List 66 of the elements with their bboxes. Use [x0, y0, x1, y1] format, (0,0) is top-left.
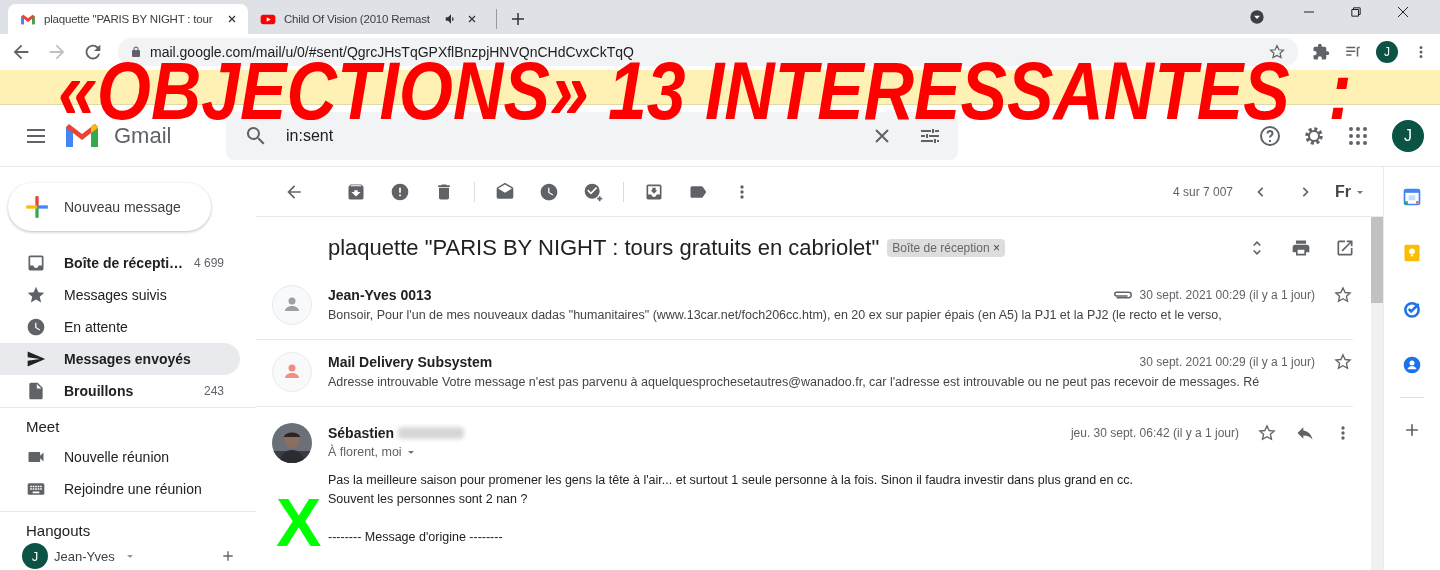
- open-new-window-icon[interactable]: [1335, 238, 1355, 258]
- plus-icon: [24, 194, 50, 220]
- star-icon[interactable]: [1257, 423, 1277, 443]
- tab-title: plaquette "PARIS BY NIGHT : tour: [44, 13, 214, 25]
- document-icon: [26, 381, 46, 401]
- clock-icon[interactable]: [539, 181, 559, 202]
- mail-logo-icon: [20, 12, 36, 26]
- add-task-icon[interactable]: [583, 181, 603, 202]
- message-date: 30 sept. 2021 00:29 (il y a 1 jour): [1139, 355, 1315, 369]
- sender-name: Jean-Yves 0013: [328, 287, 432, 303]
- sender-name: Mail Delivery Subsystem: [328, 354, 493, 370]
- lock-icon: [130, 46, 142, 58]
- puzzle-icon[interactable]: [1312, 43, 1330, 61]
- plus-icon[interactable]: [220, 548, 236, 564]
- close-icon[interactable]: [226, 13, 238, 25]
- help-icon[interactable]: [1258, 123, 1282, 148]
- email-subject: plaquette "PARIS BY NIGHT : tours gratuits en cabriolet": [328, 235, 880, 261]
- scrollbar-thumb[interactable]: [1371, 217, 1383, 303]
- nav-item[interactable]: En attente: [0, 311, 240, 343]
- user-name[interactable]: Jean-Yves: [54, 548, 115, 564]
- nav-item[interactable]: Nouvelle réunion: [0, 441, 240, 473]
- star-icon: [26, 285, 46, 305]
- nav-item[interactable]: Boîte de récepti… 4 699: [0, 247, 240, 279]
- envelope-icon[interactable]: [495, 181, 515, 202]
- browser-tab[interactable]: plaquette "PARIS BY NIGHT : tour: [8, 4, 248, 34]
- label-chip[interactable]: Boîte de réception ×: [887, 239, 1005, 257]
- nav-item[interactable]: Messages envoyés: [0, 343, 240, 375]
- recipients: À florent, moi: [328, 445, 402, 459]
- video-play-icon: [260, 12, 276, 26]
- user-avatar[interactable]: J: [22, 543, 48, 569]
- message-text: Souvent les personnes sont 2 nan ?: [328, 491, 529, 508]
- sender-name: Sébastien: [328, 425, 395, 441]
- message-date: 30 sept. 2021 00:29 (il y a 1 jour): [1139, 288, 1315, 302]
- remove-label-icon[interactable]: ×: [992, 241, 1000, 255]
- input-tools-button[interactable]: Fr: [1335, 182, 1365, 201]
- inbox-icon: [26, 253, 46, 273]
- compose-button[interactable]: Nouveau message: [8, 183, 211, 231]
- account-avatar[interactable]: J: [1392, 119, 1424, 152]
- nav-item[interactable]: Messages suivis: [0, 279, 240, 311]
- star-icon[interactable]: [1333, 285, 1353, 305]
- annotation-mark: X: [276, 488, 322, 556]
- nav-item[interactable]: Rejoindre une réunion: [0, 473, 240, 505]
- nav-item[interactable]: Brouillons 243: [0, 375, 240, 407]
- section-title: Meet: [25, 417, 61, 437]
- mail-logo-icon: [64, 121, 100, 150]
- message-snippet: Bonsoir, Pour l'un de mes nouveaux dadas "humanitaires" (www.13car.net/foch206cc.htm), en 20 ex sur papier épais (en A5) la PJ1 et la PJ2 (le recto et le verso,: [328, 308, 1223, 322]
- message-snippet: Adresse introuvable Votre message n'est pas parvenu à aquelquesprochesetautres@wanadoo.fr, car l'adresse est introuvable ou ne peut pas recevoir de messages. Ré: [328, 375, 1261, 389]
- message-date: jeu. 30 sept. 06:42 (il y a 1 jour): [1070, 426, 1239, 440]
- close-icon[interactable]: [466, 13, 478, 25]
- new-tab-icon[interactable]: [509, 10, 527, 28]
- redacted-name: [398, 427, 465, 439]
- tab-title: Child Of Vision (2010 Remast: [284, 13, 431, 25]
- app-name: Gmail: [114, 122, 173, 149]
- section-title: Hangouts: [25, 521, 92, 541]
- page-count: 4 sur 7 007: [1172, 184, 1233, 199]
- dropdown-icon[interactable]: [1247, 7, 1267, 27]
- clock-icon: [26, 317, 46, 337]
- message-text: -------- Message d'origine --------: [328, 529, 504, 546]
- send-icon: [26, 349, 46, 369]
- message-text: Pas la meilleure saison pour promener les gens la tête à l'air... et surtout 1 seule personne à la fois. Sinon il faudra investir dans plus grand en cc.: [328, 472, 1134, 489]
- print-icon[interactable]: [1291, 238, 1311, 258]
- browser-tab[interactable]: Child Of Vision (2010 Remast: [248, 4, 488, 34]
- star-icon[interactable]: [1333, 352, 1353, 372]
- star-icon[interactable]: [1268, 43, 1286, 61]
- profile-avatar[interactable]: J: [1376, 41, 1398, 63]
- spam-icon[interactable]: [390, 181, 410, 202]
